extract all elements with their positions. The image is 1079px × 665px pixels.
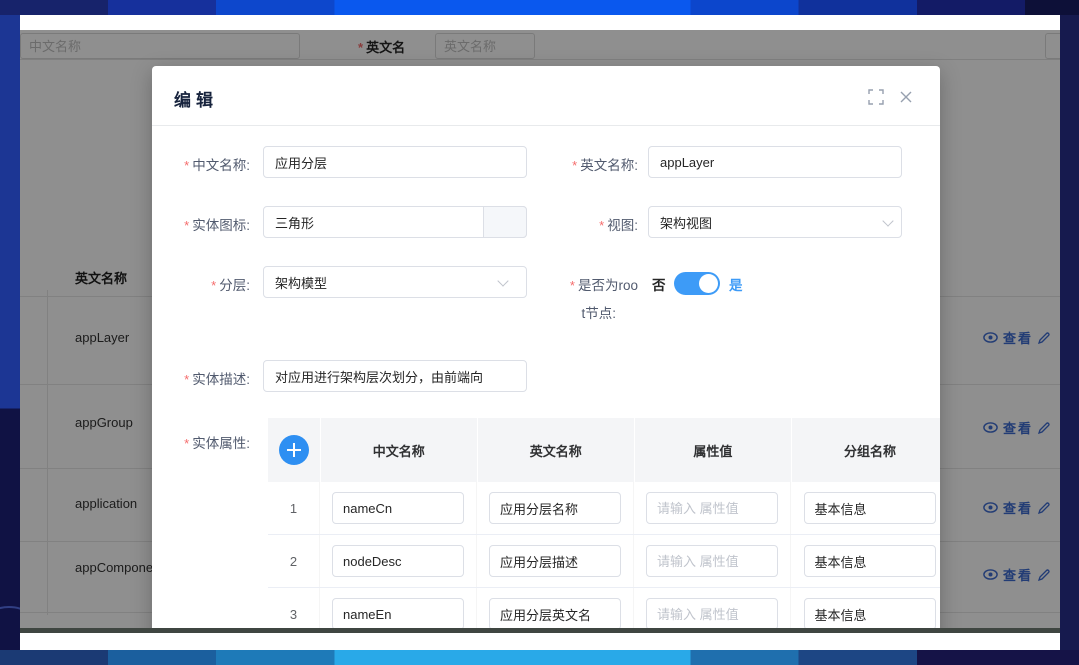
toggle-knob: [699, 274, 718, 293]
row-index: 2: [290, 554, 297, 569]
view-select[interactable]: [648, 206, 902, 238]
attribute-table-header: 中文名称 英文名称 属性值 分组名称: [268, 418, 940, 482]
fullscreen-icon[interactable]: [868, 89, 884, 105]
row-index: 1: [290, 501, 297, 516]
app-bottom-edge: [20, 628, 1060, 633]
header-en-name: 英文名称: [478, 418, 634, 482]
is-root-toggle[interactable]: [674, 272, 720, 295]
attribute-table: 中文名称 英文名称 属性值 分组名称 1 2: [268, 418, 940, 628]
is-root-label-line1: *是否为roo: [538, 274, 638, 294]
required-marker: *: [572, 158, 577, 173]
edit-dialog: 编辑 *中文名称: *英文名称: *实体图标: *视图: *分层: * 是 否: [152, 66, 940, 628]
dialog-title: 编辑: [174, 86, 218, 111]
entity-desc-input[interactable]: [263, 360, 527, 392]
header-add-cell: [268, 418, 320, 482]
add-attribute-button[interactable]: [279, 435, 309, 465]
layer-select[interactable]: [263, 266, 527, 298]
required-marker: *: [184, 158, 189, 173]
attribute-row: 2: [268, 535, 940, 588]
entity-attrs-label: *实体属性:: [152, 432, 250, 452]
captured-screen: *英文名 英文名称 appLayer appGroup application …: [20, 15, 1060, 650]
required-marker: *: [570, 278, 575, 293]
en-name-input[interactable]: [648, 146, 902, 178]
attr-cn-input[interactable]: [332, 492, 464, 524]
en-name-label: *英文名称:: [538, 154, 638, 174]
frame-right-bar: [1060, 15, 1079, 650]
toggle-on-text: 是: [729, 274, 743, 294]
toggle-off-text: 否: [652, 274, 666, 294]
required-marker: *: [599, 218, 604, 233]
attr-value-input[interactable]: [646, 545, 778, 577]
dialog-header: 编辑: [152, 66, 940, 126]
attr-group-input[interactable]: [804, 492, 936, 524]
attr-group-input[interactable]: [804, 545, 936, 577]
cn-name-input[interactable]: [263, 146, 527, 178]
attr-cn-input[interactable]: [332, 545, 464, 577]
required-marker: *: [211, 278, 216, 293]
entity-icon-label: *实体图标:: [152, 214, 250, 234]
required-marker: *: [184, 218, 189, 233]
required-marker: *: [184, 372, 189, 387]
attr-en-input[interactable]: [489, 492, 621, 524]
frame-bottom-bar: [0, 650, 1079, 665]
attr-en-input[interactable]: [489, 545, 621, 577]
frame-top-bar: [0, 0, 1079, 15]
attr-value-input[interactable]: [646, 492, 778, 524]
app-window: *英文名 英文名称 appLayer appGroup application …: [20, 30, 1060, 628]
cn-name-label: *中文名称:: [152, 154, 250, 174]
required-marker: *: [184, 436, 189, 451]
attr-cn-input[interactable]: [332, 598, 464, 628]
is-root-label-line2: t节点:: [538, 302, 616, 322]
attr-group-input[interactable]: [804, 598, 936, 628]
entity-desc-label: *实体描述:: [152, 368, 250, 388]
header-group-name: 分组名称: [792, 418, 940, 482]
header-cn-name: 中文名称: [321, 418, 477, 482]
row-index: 3: [290, 607, 297, 622]
frame-left-bar: [0, 15, 20, 650]
attribute-row: 1: [268, 482, 940, 535]
icon-picker-addon[interactable]: [483, 206, 527, 238]
layer-label: *分层:: [152, 274, 250, 294]
header-attr-value: 属性值: [635, 418, 791, 482]
attribute-row: 3: [268, 588, 940, 628]
attr-en-input[interactable]: [489, 598, 621, 628]
attr-value-input[interactable]: [646, 598, 778, 628]
close-icon[interactable]: [898, 89, 914, 105]
view-label: *视图:: [538, 214, 638, 234]
